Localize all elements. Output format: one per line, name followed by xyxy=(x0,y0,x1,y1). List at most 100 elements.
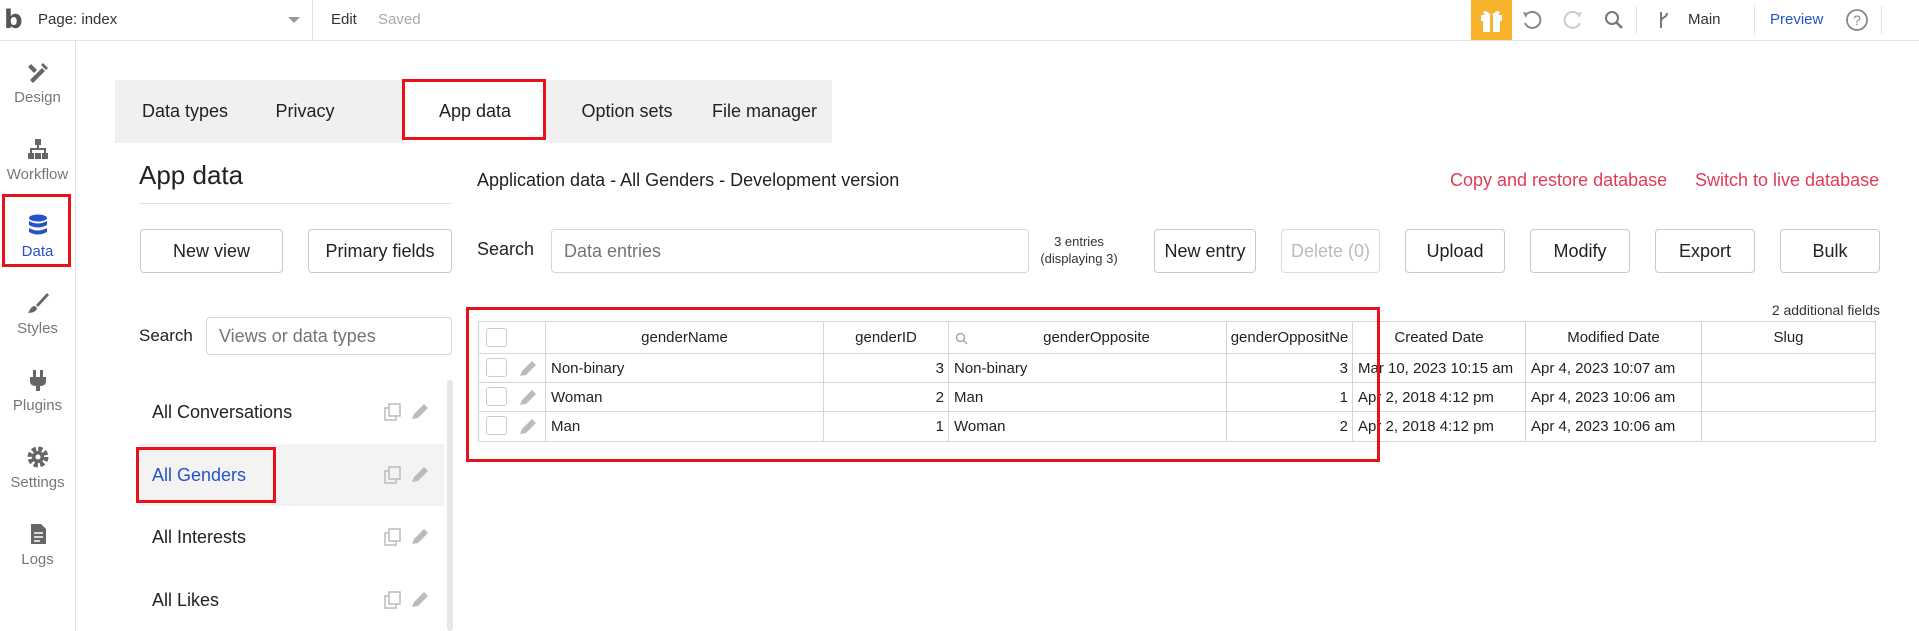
entries-search-input[interactable] xyxy=(551,229,1029,273)
column-header[interactable]: genderOpposite xyxy=(949,322,1227,353)
help-icon[interactable]: ? xyxy=(1845,8,1869,32)
table-cell[interactable]: 2 xyxy=(824,383,949,411)
column-header[interactable]: genderID xyxy=(824,322,949,353)
nav-styles[interactable]: Styles xyxy=(0,280,75,350)
nav-data-label: Data xyxy=(21,243,54,260)
upload-button[interactable]: Upload xyxy=(1405,229,1505,273)
new-view-button[interactable]: New view xyxy=(140,229,283,273)
edit-menu[interactable]: Edit xyxy=(331,0,357,40)
row-checkbox[interactable] xyxy=(486,387,507,406)
table-row[interactable]: Man 1 Woman 2 Apr 2, 2018 4:12 pm Apr 4,… xyxy=(479,412,1875,441)
table-cell[interactable]: 1 xyxy=(1227,383,1353,411)
row-actions-cell xyxy=(479,383,546,411)
nav-design[interactable]: Design xyxy=(0,49,75,119)
table-cell[interactable]: 2 xyxy=(1227,412,1353,441)
primary-fields-button[interactable]: Primary fields xyxy=(308,229,452,273)
table-cell[interactable]: Apr 4, 2023 10:06 am xyxy=(1526,412,1702,441)
pencil-icon xyxy=(412,404,428,419)
column-header[interactable]: genderOppositNe xyxy=(1227,322,1353,353)
delete-button[interactable]: Delete (0) xyxy=(1281,229,1380,273)
branch-selector[interactable]: Main xyxy=(1688,0,1721,40)
list-item-label: All Interests xyxy=(152,527,247,547)
select-all-cell xyxy=(479,322,546,353)
new-entry-button[interactable]: New entry xyxy=(1154,229,1256,273)
table-cell[interactable]: Apr 2, 2018 4:12 pm xyxy=(1353,412,1526,441)
table-cell[interactable]: Man xyxy=(949,383,1227,411)
top-bar: b Page: index Edit Saved Main Preview ? xyxy=(0,0,1919,41)
table-cell[interactable]: Non-binary xyxy=(546,354,824,382)
nav-workflow[interactable]: Workflow xyxy=(0,126,75,196)
table-cell[interactable] xyxy=(1702,412,1875,441)
list-item[interactable]: All Interests xyxy=(139,506,444,568)
tab-privacy[interactable]: Privacy xyxy=(255,80,355,143)
nav-plugins-label: Plugins xyxy=(12,397,63,414)
column-header[interactable]: genderName xyxy=(546,322,824,353)
bubble-logo-icon[interactable]: b xyxy=(4,5,32,35)
table-cell[interactable]: Apr 2, 2018 4:12 pm xyxy=(1353,383,1526,411)
pencil-icon[interactable] xyxy=(519,360,537,377)
workflow-icon xyxy=(27,139,48,159)
tab-file-manager[interactable]: File manager xyxy=(697,80,832,143)
table-header: genderName genderID genderOpposite gende… xyxy=(479,322,1875,354)
list-item[interactable]: All Conversations xyxy=(139,381,444,443)
entries-search-label: Search xyxy=(477,239,535,259)
list-item-label: All Conversations xyxy=(152,402,293,422)
bulk-button[interactable]: Bulk xyxy=(1780,229,1880,273)
table-cell[interactable]: Apr 4, 2023 10:06 am xyxy=(1526,383,1702,411)
list-scrollbar[interactable] xyxy=(447,380,453,631)
export-button[interactable]: Export xyxy=(1655,229,1755,273)
switch-live-database-link[interactable]: Switch to live database xyxy=(1695,170,1879,191)
column-header[interactable]: Slug xyxy=(1702,322,1875,353)
nav-data[interactable]: Data xyxy=(0,203,75,273)
column-header[interactable]: Modified Date xyxy=(1526,322,1702,353)
nav-logs[interactable]: Logs xyxy=(0,511,75,581)
gear-icon xyxy=(27,446,48,468)
document-icon xyxy=(30,524,46,544)
row-checkbox[interactable] xyxy=(486,358,507,377)
select-all-checkbox[interactable] xyxy=(486,328,507,347)
table-row[interactable]: Non-binary 3 Non-binary 3 Mar 10, 2023 1… xyxy=(479,354,1875,383)
undo-icon[interactable] xyxy=(1520,8,1544,32)
views-search-input[interactable] xyxy=(206,317,452,355)
pencil-icon[interactable] xyxy=(519,418,537,435)
table-cell[interactable]: Woman xyxy=(949,412,1227,441)
list-item[interactable]: All Genders xyxy=(139,444,444,506)
search-icon[interactable] xyxy=(1602,8,1626,32)
page-selector[interactable]: Page: index xyxy=(38,0,313,40)
branch-icon xyxy=(1660,12,1668,28)
copy-restore-database-link[interactable]: Copy and restore database xyxy=(1450,170,1667,191)
table-cell[interactable] xyxy=(1702,383,1875,411)
nav-styles-label: Styles xyxy=(17,320,58,337)
modify-button[interactable]: Modify xyxy=(1530,229,1630,273)
gift-button[interactable] xyxy=(1471,0,1512,40)
redo-icon[interactable] xyxy=(1561,8,1585,32)
table-row[interactable]: Woman 2 Man 1 Apr 2, 2018 4:12 pm Apr 4,… xyxy=(479,383,1875,412)
entries-count: 3 entries (displaying 3) xyxy=(1033,233,1125,267)
column-header[interactable]: Created Date xyxy=(1353,322,1526,353)
pencil-icon[interactable] xyxy=(519,389,537,406)
nav-design-label: Design xyxy=(14,89,61,106)
column-header-label: genderOpposite xyxy=(1043,329,1150,346)
nav-workflow-label: Workflow xyxy=(6,166,69,183)
tab-option-sets[interactable]: Option sets xyxy=(557,80,697,143)
table-cell[interactable]: 3 xyxy=(824,354,949,382)
nav-settings[interactable]: Settings xyxy=(0,434,75,504)
table-cell[interactable]: Woman xyxy=(546,383,824,411)
tab-data-types[interactable]: Data types xyxy=(115,80,255,143)
entries-total: 3 entries xyxy=(1054,234,1104,249)
preview-button[interactable]: Preview xyxy=(1770,0,1823,40)
table-cell[interactable]: Man xyxy=(546,412,824,441)
nav-plugins[interactable]: Plugins xyxy=(0,357,75,427)
table-cell[interactable]: 3 xyxy=(1227,354,1353,382)
table-cell[interactable]: Apr 4, 2023 10:07 am xyxy=(1526,354,1702,382)
table-cell[interactable]: Mar 10, 2023 10:15 am xyxy=(1353,354,1526,382)
list-item[interactable]: All Likes xyxy=(139,569,444,631)
tab-app-data[interactable]: App data xyxy=(404,80,546,143)
saved-status: Saved xyxy=(378,11,421,28)
search-icon xyxy=(955,332,968,345)
table-cell[interactable]: Non-binary xyxy=(949,354,1227,382)
copy-icon xyxy=(384,466,401,484)
table-cell[interactable] xyxy=(1702,354,1875,382)
row-checkbox[interactable] xyxy=(486,416,507,435)
table-cell[interactable]: 1 xyxy=(824,412,949,441)
